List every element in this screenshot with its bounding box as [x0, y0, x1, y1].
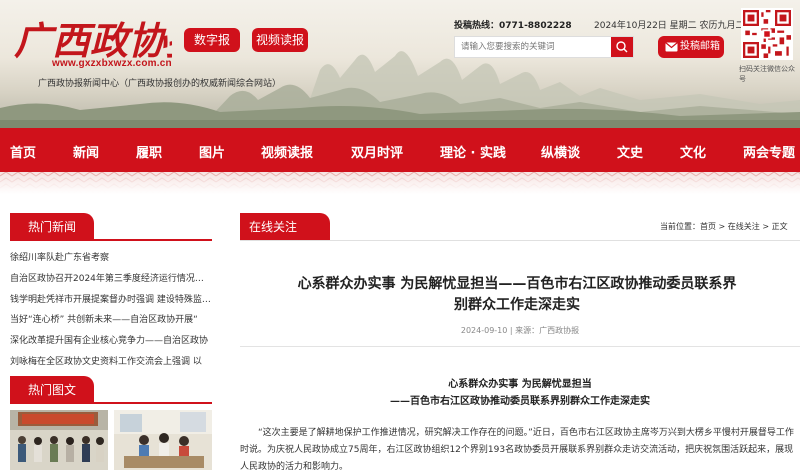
qr-code	[741, 8, 793, 60]
site-tagline: 广西政协报新闻中心（广西政协报创办的权威新闻综合网站）	[38, 79, 282, 89]
nav-item-theory[interactable]: 理论 · 实践	[440, 142, 506, 161]
hot-photo-thumbnail[interactable]	[10, 410, 108, 470]
hot-photo-thumbnail[interactable]	[114, 410, 212, 470]
main-nav: 首页 新闻 履职 图片 视频读报 双月时评 理论 · 实践 纵横谈 文史 文化 …	[0, 128, 800, 172]
digital-paper-button[interactable]: 数字报	[184, 28, 240, 52]
mail-icon	[665, 42, 678, 52]
search-icon	[616, 41, 628, 53]
article-title-line: 心系群众办实事 为民解忧显担当——百色市右江区政协推动委员联系界	[297, 276, 737, 292]
hot-news-item[interactable]: 当好“连心桥” 共创新未来——自治区政协开展“	[10, 310, 212, 331]
article-subheading: 心系群众办实事 为民解忧显担当	[448, 379, 592, 390]
hotline-label: 投稿热线：	[454, 21, 500, 31]
hotline: 投稿热线：0771-8802228	[454, 18, 572, 31]
video-reading-button[interactable]: 视频读报	[252, 28, 308, 52]
logo-url: www.gxzxbxwzx.com.cn	[52, 58, 172, 69]
article-title-line: 别群众工作走深走实	[454, 297, 580, 313]
submission-email-button[interactable]: 投稿邮箱	[658, 36, 724, 58]
section-tab-online-focus[interactable]: 在线关注	[240, 213, 330, 241]
nav-item-video[interactable]: 视频读报	[261, 142, 313, 161]
hot-news-item[interactable]: 刘咏梅在全区政协文史资料工作交流会上强调 以	[10, 352, 212, 373]
hot-news-item[interactable]: 徐绍川率队赴广东省考察	[10, 248, 212, 269]
nav-item-talks[interactable]: 纵横谈	[541, 142, 580, 161]
hot-news-item[interactable]: 自治区政协召开2024年第三季度经济运行情况分析会	[10, 269, 212, 290]
mail-label: 投稿邮箱	[680, 41, 720, 52]
hot-news-underline	[10, 239, 212, 241]
nav-item-home[interactable]: 首页	[10, 142, 36, 161]
search-bar	[454, 36, 634, 58]
hotline-number: 0771-8802228	[499, 21, 572, 31]
search-input[interactable]	[455, 37, 613, 57]
hot-news-title: 热门新闻	[10, 213, 94, 241]
nav-item-history[interactable]: 文史	[617, 142, 643, 161]
article-subheading: ——百色市右江区政协推动委员联系界别群众工作走深走实	[390, 396, 650, 407]
meta-divider	[240, 346, 800, 347]
nav-item-news[interactable]: 新闻	[73, 142, 99, 161]
hot-news-item[interactable]: 深化改革提升国有企业核心竞争力——自治区政协	[10, 331, 212, 352]
hot-photos-underline	[10, 402, 212, 404]
logo-calligraphy: 广西政协报	[14, 18, 172, 63]
article-body: “这次主要是了解耕地保护工作推进情况，研究解决工作存在的问题。”近日，百色市右江…	[240, 428, 794, 472]
hot-photos-title: 热门图文	[10, 376, 94, 404]
breadcrumb: 当前位置：首页 > 在线关注 > 正文	[660, 222, 788, 231]
search-button[interactable]	[611, 37, 633, 57]
nav-item-commentary[interactable]: 双月时评	[351, 142, 403, 161]
section-divider	[240, 240, 800, 241]
hot-news-item[interactable]: 钱学明赴凭祥市开展提案督办时强调 建设特殊监管区	[10, 290, 212, 311]
qr-caption: 扫码关注微信公众号	[739, 65, 795, 83]
site-header: 广西政协报 www.gxzxbxwzx.com.cn 数字报 视频读报 广西政协…	[0, 0, 800, 128]
current-date: 2024年10月22日 星期二 农历九月二十	[594, 21, 754, 31]
article-title: 心系群众办实事 为民解忧显担当——百色市右江区政协推动委员联系界 别群众工作走深…	[262, 274, 772, 316]
decorative-pattern-band	[0, 172, 800, 194]
nav-item-culture[interactable]: 文化	[680, 142, 706, 161]
nav-item-duties[interactable]: 履职	[136, 142, 162, 161]
hot-news-list: 徐绍川率队赴广东省考察 自治区政协召开2024年第三季度经济运行情况分析会 钱学…	[10, 248, 212, 373]
nav-item-photos[interactable]: 图片	[199, 142, 225, 161]
nav-item-sessions[interactable]: 两会专题	[743, 142, 795, 161]
article-meta: 2024-09-10 | 来源：广西政协报	[460, 326, 580, 335]
